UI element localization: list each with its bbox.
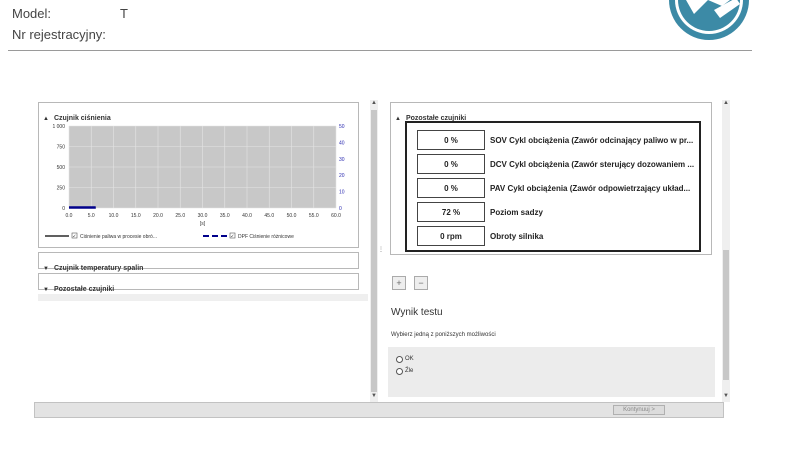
model-value: T (120, 6, 128, 21)
soot-level-label: Poziom sadzy (490, 208, 543, 217)
scroll-up-arrow-icon[interactable]: ▲ (370, 100, 378, 106)
x-tick-label: 40.0 (242, 213, 252, 219)
options-area: OK Źle (388, 347, 715, 397)
x-tick-label: 20.0 (153, 213, 163, 219)
result-title: Wynik testu (391, 307, 443, 318)
x-axis-label: [s] (200, 221, 206, 227)
engine-rpm-label: Obroty silnika (490, 232, 544, 241)
result-instruction: Wybierz jedną z poniższych możliwości (391, 332, 496, 338)
option-ok-label: OK (405, 356, 414, 362)
sov-value: 0 % (417, 130, 485, 150)
pav-label: PAV Cykl obciążenia (Zawór odpowietrzają… (490, 184, 691, 193)
y-left-tick-label: 250 (57, 186, 66, 192)
x-tick-label: 45.0 (264, 213, 274, 219)
y-right-tick-label: 10 (339, 190, 345, 196)
sov-label: SOV Cykl obciążenia (Zawór odcinający pa… (490, 136, 694, 145)
legend-check-icon: ✓ (73, 234, 77, 239)
x-tick-label: 5.0 (88, 213, 95, 219)
continue-button[interactable]: Kontynuuj > (613, 405, 665, 415)
x-tick-label: 50.0 (287, 213, 297, 219)
brand-logo-icon (664, 0, 754, 42)
footer-bar: Kontynuuj > (34, 402, 724, 418)
right-vertical-scrollbar[interactable]: ▲ ▼ (722, 100, 730, 402)
x-tick-label: 10.0 (109, 213, 119, 219)
option-ok-radio[interactable] (396, 356, 403, 363)
legend-label: DPF Ciśnienie różnicowe (238, 234, 294, 240)
left-vertical-scrollbar[interactable]: ▲ ▼ (370, 100, 378, 402)
zoom-out-button[interactable]: − (414, 276, 428, 290)
header-divider (8, 50, 752, 51)
pressure-chart: 0.0 5.0 10.0 15.0 20.0 25.0 30.0 35.0 40.0 45.0 50… (45, 124, 345, 240)
splitter-handle[interactable]: ⋮ (378, 246, 384, 253)
y-left-tick-label: 750 (57, 145, 66, 151)
x-tick-label: 25.0 (175, 213, 185, 219)
dcv-label: DCV Cykl obciążenia (Zawór sterujący doz… (490, 160, 695, 169)
y-left-tick-label: 0 (62, 206, 65, 212)
y-right-tick-label: 0 (339, 206, 342, 212)
expand-triangle-icon: ▼ (43, 266, 49, 272)
option-bad-label: Źle (405, 368, 414, 374)
left-horizontal-scrollbar[interactable] (38, 294, 368, 301)
y-right-tick-label: 50 (339, 124, 345, 130)
scroll-down-arrow-icon[interactable]: ▼ (722, 393, 730, 399)
option-bad-radio[interactable] (396, 368, 403, 375)
y-right-tick-label: 20 (339, 173, 345, 179)
x-tick-label: 55.0 (309, 213, 319, 219)
other-sensors-panel: ▲ Pozostałe czujniki 0 % SOV Cykl obciąże… (390, 102, 712, 255)
scrollbar-thumb[interactable] (371, 110, 377, 392)
temperature-section-title: Czujnik temperatury spalin (53, 265, 144, 272)
soot-level-value: 72 % (417, 202, 485, 222)
expand-triangle-icon: ▼ (43, 287, 49, 293)
pressure-sensor-panel: ▲ Czujnik ciśnienia 0.0 5.0 10.0 15.0 20.0 25.… (38, 102, 359, 248)
sensor-values-box: 0 % SOV Cykl obciążenia (Zawór odcinając… (405, 121, 701, 252)
x-tick-label: 35.0 (220, 213, 230, 219)
engine-rpm-value: 0 rpm (417, 226, 485, 246)
x-tick-label: 0.0 (66, 213, 73, 219)
y-left-tick-label: 1 000 (52, 124, 65, 130)
model-label: Model: (12, 6, 52, 21)
dcv-value: 0 % (417, 154, 485, 174)
pav-value: 0 % (417, 178, 485, 198)
x-tick-label: 60.0 (331, 213, 341, 219)
y-right-tick-label: 30 (339, 157, 345, 163)
other-sensors-section-left[interactable]: ▼ Pozostałe czujniki (38, 273, 359, 293)
y-left-tick-label: 500 (57, 165, 66, 171)
temperature-section[interactable]: ▼ Czujnik temperatury spalin (38, 252, 359, 272)
x-tick-label: 30.0 (198, 213, 208, 219)
zoom-in-button[interactable]: + (392, 276, 406, 290)
registration-label: Nr rejestracyjny: (12, 27, 106, 42)
x-tick-label: 15.0 (131, 213, 141, 219)
y-right-tick-label: 40 (339, 140, 345, 146)
collapse-triangle-icon: ▲ (395, 116, 401, 122)
scroll-up-arrow-icon[interactable]: ▲ (722, 100, 730, 106)
scroll-down-arrow-icon[interactable]: ▼ (370, 393, 378, 399)
scrollbar-thumb[interactable] (723, 250, 729, 380)
other-sensors-title-left: Pozostałe czujniki (53, 286, 115, 293)
legend-label: Ciśnienie paliwa w procesie obró... (80, 234, 157, 240)
legend-check-icon: ✓ (231, 234, 235, 239)
